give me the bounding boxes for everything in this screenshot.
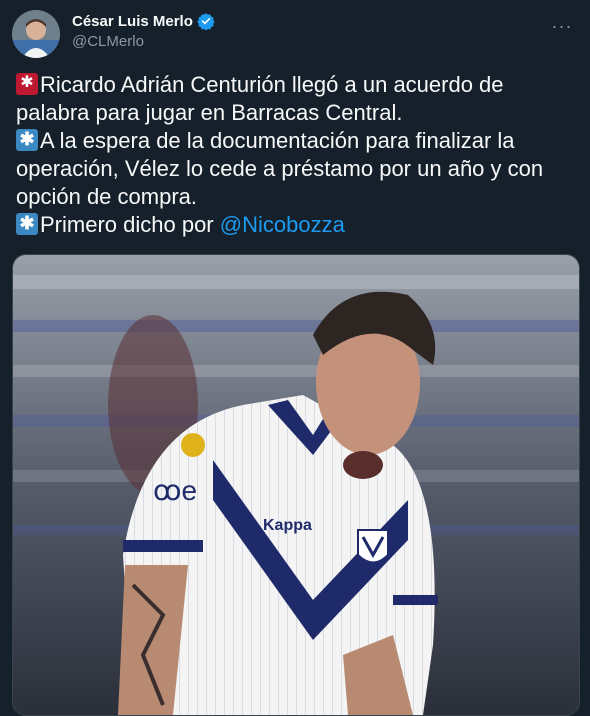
tweet-header: César Luis Merlo @CLMerlo ··· (12, 10, 578, 58)
siren-emoji-icon (16, 72, 38, 95)
verified-badge-icon (197, 13, 215, 30)
author-display-name[interactable]: César Luis Merlo (72, 13, 193, 30)
shirt-brand: Kappa (263, 517, 312, 534)
author-info: César Luis Merlo @CLMerlo (72, 12, 215, 50)
tweet-line-1: Ricardo Adrián Centurión llegó a un acue… (40, 72, 504, 97)
tweet-line-2: palabra para jugar en Barracas Central. (16, 100, 403, 125)
tweet-line-5: opción de compra. (16, 184, 197, 209)
asterisk-emoji-icon (16, 128, 38, 151)
tweet-text: Ricardo Adrián Centurión llegó a un acue… (16, 71, 581, 239)
mention-link[interactable]: @Nicobozza (220, 212, 345, 237)
tweet-line-4: operación, Vélez lo cede a préstamo por … (16, 156, 544, 181)
avatar-photo (12, 10, 60, 58)
tweet-photo[interactable]: ꝏe Kappa (12, 254, 580, 716)
tweet-line-6: Primero dicho por (40, 212, 220, 237)
more-options-icon[interactable]: ··· (546, 12, 578, 40)
tweet-line: Primero dicho por @Nicobozza (16, 211, 581, 239)
tweet-line: Ricardo Adrián Centurión llegó a un acue… (16, 71, 581, 99)
shirt-sponsor: ꝏe (153, 475, 197, 506)
tweet-line: A la espera de la documentación para fin… (16, 127, 581, 155)
avatar[interactable] (12, 10, 60, 58)
tweet-line-3: A la espera de la documentación para fin… (40, 128, 515, 153)
author-handle[interactable]: @CLMerlo (72, 33, 215, 50)
player-photo: ꝏe Kappa (13, 255, 579, 715)
asterisk-emoji-icon (16, 212, 38, 235)
